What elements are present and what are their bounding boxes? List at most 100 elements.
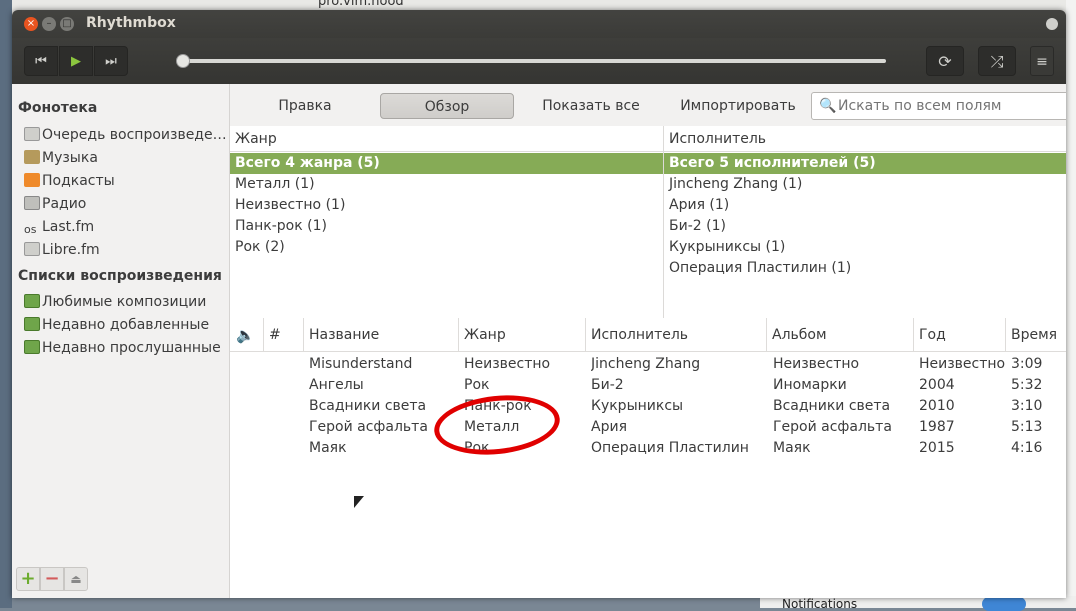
window-title: Rhythmbox [86, 15, 176, 31]
cell-year: Неизвестно [919, 356, 1006, 372]
artist-pane-header[interactable]: Исполнитель [664, 126, 1066, 152]
sidebar-item-favorites[interactable]: Любимые композиции [24, 291, 206, 313]
main-content: Правка Обзор Показать все Импортировать … [230, 84, 1066, 598]
cell-title: Маяк [309, 440, 347, 456]
sidebar-item-label: Любимые композиции [42, 294, 207, 310]
repeat-icon: ⟳ [938, 52, 952, 71]
minimize-button[interactable]: – [42, 17, 56, 31]
genre-row[interactable]: Металл (1) [230, 174, 663, 195]
artist-row[interactable]: Операция Пластилин (1) [664, 258, 1066, 279]
next-track-button[interactable]: ⏭ [94, 46, 128, 76]
eject-button[interactable]: ⏏ [64, 567, 88, 591]
sidebar-actions: + − ⏏ [16, 564, 216, 594]
remove-playlist-button[interactable]: − [40, 567, 64, 591]
sidebar-item-podcasts[interactable]: Подкасты [24, 170, 115, 192]
cell-time: 4:16 [1011, 440, 1043, 456]
sidebar-item-music[interactable]: Музыка [24, 147, 98, 169]
radio-icon [24, 196, 40, 210]
library-heading: Фонотека [18, 100, 98, 116]
playlist-icon [24, 317, 40, 331]
sidebar: Фонотека Очередь воспроизведе… Музыка По… [12, 84, 230, 598]
sidebar-item-label: Недавно добавленные [42, 317, 210, 333]
cell-artist: Би-2 [591, 377, 624, 393]
close-button[interactable]: × [24, 17, 38, 31]
mouse-cursor-icon [354, 496, 364, 508]
cell-year: 1987 [919, 419, 955, 435]
desktop-left-edge [0, 0, 12, 608]
previous-track-button[interactable]: ⏮ [24, 46, 58, 76]
column-header-genre[interactable]: Жанр [459, 318, 586, 352]
cell-album: Неизвестно [773, 356, 860, 372]
cell-title: Misunderstand [309, 356, 413, 372]
sidebar-item-label: Недавно прослушанные [42, 340, 221, 356]
column-header-album[interactable]: Альбом [767, 318, 914, 352]
shuffle-button[interactable]: ⤮ [978, 46, 1016, 76]
genre-row[interactable]: Панк-рок (1) [230, 216, 663, 237]
cell-album: Герой асфальта [773, 419, 892, 435]
repeat-button[interactable]: ⟳ [926, 46, 964, 76]
search-icon: 🔍 [819, 98, 837, 114]
show-all-button[interactable]: Показать все [536, 93, 646, 119]
queue-icon [24, 127, 40, 141]
music-icon [24, 150, 40, 164]
next-icon: ⏭ [105, 54, 117, 69]
playing-column-header[interactable]: 🔈 [230, 318, 264, 352]
artist-row[interactable]: Всего 5 исполнителей (5) [664, 153, 1066, 174]
window-menu-dot-icon[interactable] [1046, 18, 1058, 30]
cell-album: Иномарки [773, 377, 847, 393]
search-input[interactable] [838, 95, 1064, 117]
artist-pane: Исполнитель Всего 5 исполнителей (5) Jin… [664, 126, 1066, 318]
genre-pane-header[interactable]: Жанр [230, 126, 663, 152]
sidebar-item-librefm[interactable]: Libre.fm [24, 239, 100, 261]
add-playlist-button[interactable]: + [16, 567, 40, 591]
column-header-title[interactable]: Название [304, 318, 459, 352]
titlebar: × – □ Rhythmbox [12, 10, 1066, 38]
sidebar-item-radio[interactable]: Радио [24, 193, 86, 215]
column-header-year[interactable]: Год [914, 318, 1006, 352]
cell-genre: Неизвестно [464, 356, 551, 372]
artist-row[interactable]: Кукрыниксы (1) [664, 237, 1066, 258]
sidebar-item-label: Очередь воспроизведе… [42, 127, 227, 143]
seek-bar[interactable] [180, 59, 886, 63]
genre-pane: Жанр Всего 4 жанра (5) Металл (1) Неизве… [230, 126, 664, 318]
column-header-time[interactable]: Время [1006, 318, 1066, 352]
genre-row[interactable]: Всего 4 жанра (5) [230, 153, 663, 174]
edit-button[interactable]: Правка [262, 93, 348, 119]
shuffle-icon: ⤮ [990, 52, 1004, 71]
genre-row[interactable]: Неизвестно (1) [230, 195, 663, 216]
column-header-number[interactable]: # [264, 318, 304, 352]
playlists-heading: Списки воспроизведения [18, 268, 222, 284]
cell-time: 3:10 [1011, 398, 1043, 414]
sidebar-item-recently-added[interactable]: Недавно добавленные [24, 314, 209, 336]
app-menu-button[interactable]: ≡ [1030, 46, 1054, 76]
cell-title: Всадники света [309, 398, 427, 414]
cell-time: 5:32 [1011, 377, 1043, 393]
column-header-artist[interactable]: Исполнитель [586, 318, 767, 352]
seek-handle[interactable] [176, 54, 190, 68]
cell-year: 2010 [919, 398, 955, 414]
notifications-label: Notifications [782, 597, 858, 611]
sidebar-item-label: Радио [42, 196, 87, 212]
artist-row[interactable]: Jincheng Zhang (1) [664, 174, 1066, 195]
search-box[interactable]: 🔍 [811, 92, 1066, 120]
sidebar-item-queue[interactable]: Очередь воспроизведе… [24, 124, 227, 146]
sidebar-item-recently-played[interactable]: Недавно прослушанные [24, 337, 221, 359]
sidebar-item-label: Музыка [42, 150, 98, 166]
artist-row[interactable]: Би-2 (1) [664, 216, 1066, 237]
play-icon: ▶ [71, 54, 81, 69]
artist-row[interactable]: Ария (1) [664, 195, 1066, 216]
maximize-button[interactable]: □ [60, 17, 74, 31]
lastfm-icon: os [24, 223, 37, 236]
cell-year: 2004 [919, 377, 955, 393]
speaker-icon: 🔈 [236, 326, 255, 344]
notifications-toggle[interactable] [982, 597, 1026, 611]
cell-artist: Кукрыниксы [591, 398, 684, 414]
previous-icon: ⏮ [35, 54, 47, 69]
import-button[interactable]: Импортировать [668, 93, 808, 119]
genre-row[interactable]: Рок (2) [230, 237, 663, 258]
desktop-right-edge [1066, 0, 1076, 608]
sidebar-item-lastfm[interactable]: os Last.fm [24, 216, 94, 238]
browse-toggle-button[interactable]: Обзор [380, 93, 514, 119]
play-button[interactable]: ▶ [59, 46, 93, 76]
cell-artist: Операция Пластилин [591, 440, 749, 456]
